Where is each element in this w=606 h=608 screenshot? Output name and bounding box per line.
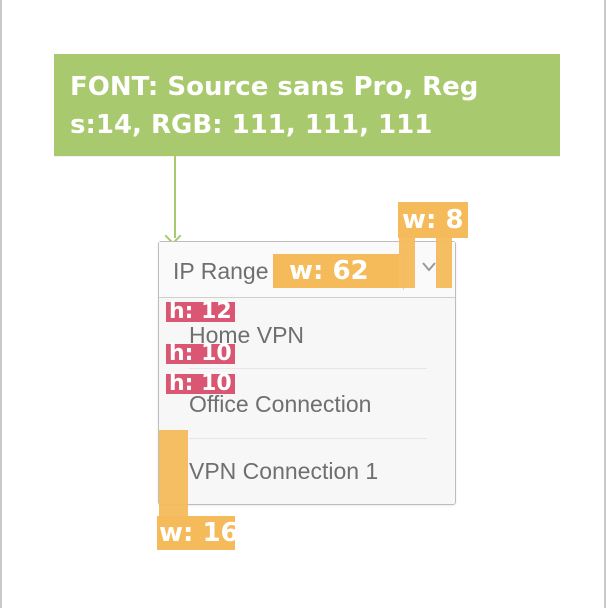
chevron-measure-bar-right [436,238,452,288]
font-spec-annotation: FONT: Source sans Pro, Reg s:14, RGB: 11… [54,54,560,156]
height-measure-item: h: 10 [166,343,235,365]
annotation-pointer-line [174,156,176,238]
width-measure-left: w: 16 [157,516,239,550]
height-measure-item-2: h: 10 [166,373,235,395]
chevron-measure-bar-left [399,238,415,288]
height-measure-top: h: 12 [166,301,235,323]
left-padding-measure-bar [159,430,188,516]
spec-canvas: FONT: Source sans Pro, Reg s:14, RGB: 11… [0,0,606,608]
option-divider [189,438,427,439]
option-divider [189,368,427,369]
dropdown-selected-value: IP Range [173,258,269,284]
width-measure-text: w: 62 [273,254,399,288]
chevron-down-icon[interactable] [421,260,437,274]
width-measure-chevron: w: 8 [398,202,468,238]
dropdown-option-vpn-connection-1[interactable]: VPN Connection 1 [189,458,425,485]
